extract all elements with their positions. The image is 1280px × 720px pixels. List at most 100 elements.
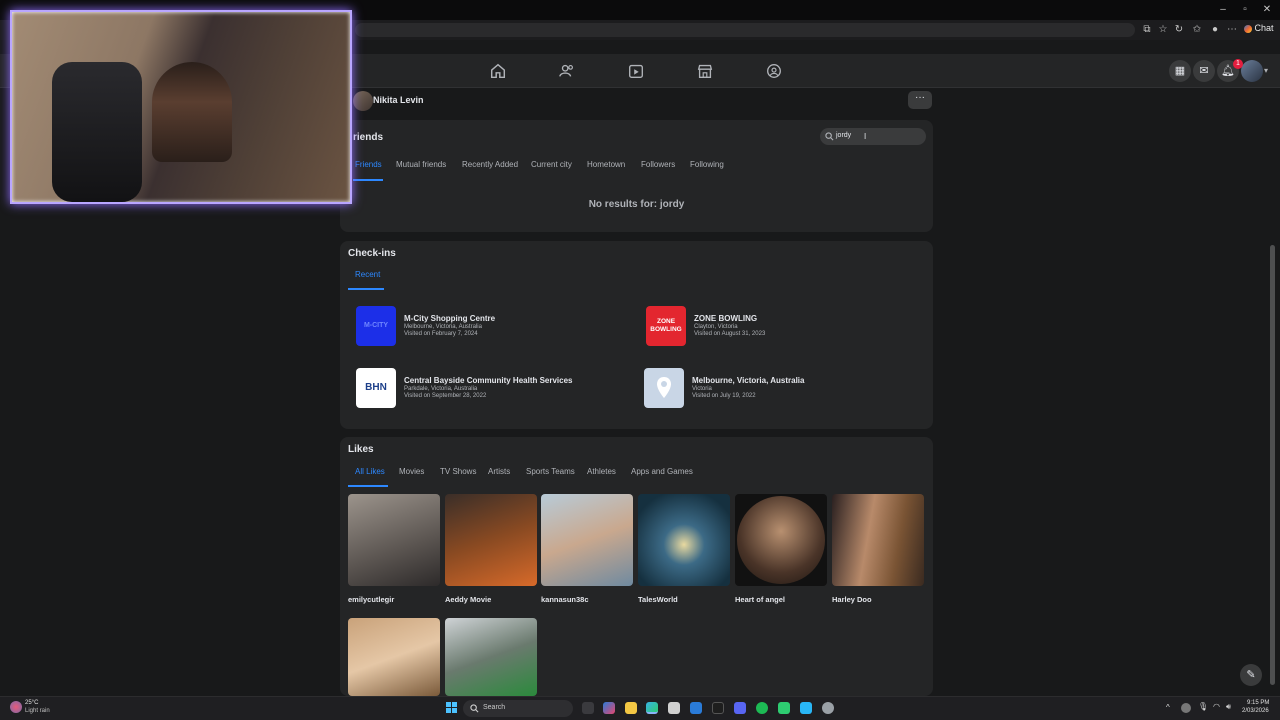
checkins-title: Check-ins: [348, 248, 396, 259]
profile-avatar[interactable]: [353, 91, 373, 111]
extensions-icon[interactable]: ⧉: [1140, 23, 1154, 37]
microphone-icon[interactable]: 🎙︎: [1198, 702, 1208, 711]
profile-header-bar: Nikita Levin ···: [340, 88, 940, 114]
tab-friends[interactable]: Friends: [355, 160, 382, 169]
likes-card: Likes All Likes Movies TV Shows Artists …: [340, 437, 933, 696]
checkin-item[interactable]: Melbourne, Victoria, Australia Victoria …: [644, 368, 904, 412]
like-item[interactable]: [445, 618, 537, 696]
like-item[interactable]: TalesWorld: [638, 494, 730, 604]
notification-badge: 1: [1233, 59, 1243, 69]
checkin-location: Melbourne, Victoria, Australia: [404, 324, 482, 330]
tab-recently-added[interactable]: Recently Added: [462, 160, 518, 169]
clock-time[interactable]: 9:15 PM: [1247, 700, 1269, 706]
address-field[interactable]: [355, 23, 1135, 37]
search-icon: [470, 704, 479, 713]
tray-app-icon[interactable]: [1181, 703, 1191, 713]
close-icon[interactable]: ✕: [1260, 3, 1274, 17]
taskbar-search[interactable]: Search: [463, 700, 573, 717]
like-item[interactable]: [348, 618, 440, 696]
favorite-star-icon[interactable]: ☆: [1156, 23, 1170, 37]
minimize-icon[interactable]: –: [1216, 3, 1230, 17]
like-item[interactable]: Aeddy Movie: [445, 494, 537, 604]
groups-icon[interactable]: [765, 62, 783, 80]
profile-name[interactable]: Nikita Levin: [373, 95, 424, 105]
account-avatar[interactable]: [1241, 60, 1263, 82]
menu-grid-icon[interactable]: ▦: [1169, 60, 1191, 82]
like-name: kannasun38c: [541, 595, 589, 604]
task-view-icon[interactable]: [582, 702, 594, 714]
volume-icon[interactable]: 🔊︎: [1226, 702, 1231, 712]
copilot-icon: [1244, 24, 1252, 33]
weather-temperature[interactable]: 25°C: [25, 700, 38, 706]
zone-bowling-logo: ZONE BOWLING: [646, 306, 686, 346]
app-green-icon[interactable]: [778, 702, 790, 714]
restore-icon[interactable]: ▫: [1238, 3, 1252, 17]
tab-movies[interactable]: Movies: [399, 467, 424, 476]
tab-following[interactable]: Following: [690, 160, 724, 169]
spotify-icon[interactable]: [756, 702, 768, 714]
tab-all-likes[interactable]: All Likes: [355, 467, 385, 476]
marketplace-icon[interactable]: [696, 62, 714, 80]
tray-chevron-up-icon[interactable]: ^: [1166, 703, 1170, 712]
tab-sports-teams[interactable]: Sports Teams: [526, 467, 575, 476]
mail-icon[interactable]: [690, 702, 702, 714]
like-image: [735, 494, 827, 586]
checkin-date: Visited on July 19, 2022: [692, 393, 756, 399]
tab-athletes[interactable]: Athletes: [587, 467, 616, 476]
checkin-item[interactable]: ZONE BOWLING ZONE BOWLING Clayton, Victo…: [646, 306, 906, 350]
checkin-name: ZONE BOWLING: [694, 314, 758, 323]
like-image: [638, 494, 730, 586]
settings-gear-icon[interactable]: [822, 702, 834, 714]
tab-apps-and-games[interactable]: Apps and Games: [631, 467, 693, 476]
discord-icon[interactable]: [734, 702, 746, 714]
checkin-item[interactable]: M-CITY M-City Shopping Centre Melbourne,…: [356, 306, 616, 350]
clock-date[interactable]: 2/03/2026: [1242, 708, 1269, 714]
weather-icon[interactable]: [10, 701, 22, 713]
file-explorer-icon[interactable]: [625, 702, 637, 714]
tab-friends-underline: [353, 179, 383, 181]
copilot-chat-button[interactable]: Chat: [1244, 23, 1274, 33]
tab-followers[interactable]: Followers: [641, 160, 675, 169]
search-value: jordy: [836, 132, 852, 139]
more-options-button[interactable]: ···: [908, 91, 932, 109]
messenger-icon[interactable]: ✉: [1193, 60, 1215, 82]
refresh-icon[interactable]: ↻: [1172, 23, 1186, 37]
friends-icon[interactable]: [558, 62, 576, 80]
text-cursor-icon: I: [864, 132, 867, 141]
browser-profile-icon[interactable]: ●: [1208, 23, 1222, 37]
account-chevron-down-icon[interactable]: ▾: [1264, 66, 1268, 75]
tab-mutual-friends[interactable]: Mutual friends: [396, 160, 446, 169]
video-icon[interactable]: [627, 62, 645, 80]
collections-icon[interactable]: ✩: [1190, 23, 1204, 37]
taskbar-search-label: Search: [483, 704, 506, 711]
like-image-circle: [737, 496, 825, 584]
tab-hometown[interactable]: Hometown: [587, 160, 625, 169]
checkin-item[interactable]: BHN Central Bayside Community Health Ser…: [356, 368, 616, 412]
like-item[interactable]: kannasun38c: [541, 494, 633, 604]
tab-all-likes-underline: [348, 485, 388, 487]
wifi-icon[interactable]: ◠: [1213, 702, 1220, 711]
compose-message-icon[interactable]: ✎: [1240, 664, 1262, 686]
capcut-icon[interactable]: [712, 702, 724, 714]
like-item[interactable]: Harley Doo: [832, 494, 924, 604]
store-icon[interactable]: [668, 702, 680, 714]
weather-description[interactable]: Light rain: [25, 708, 50, 714]
copilot-app-icon[interactable]: [603, 702, 615, 714]
like-item[interactable]: emilycutlegir: [348, 494, 440, 604]
checkin-name: M-City Shopping Centre: [404, 314, 496, 323]
tab-current-city[interactable]: Current city: [531, 160, 572, 169]
app-blue-icon[interactable]: [800, 702, 812, 714]
tab-tv-shows[interactable]: TV Shows: [440, 467, 476, 476]
friends-search-input[interactable]: jordy I: [820, 128, 926, 145]
page-scrollbar[interactable]: [1270, 245, 1275, 685]
like-image: [445, 494, 537, 586]
edge-browser-icon[interactable]: [646, 702, 658, 714]
like-name: Heart of angel: [735, 595, 786, 604]
tab-artists[interactable]: Artists: [488, 467, 510, 476]
like-item[interactable]: Heart of angel: [735, 494, 827, 604]
like-name: Harley Doo: [832, 595, 872, 604]
tab-recent[interactable]: Recent: [355, 270, 380, 279]
home-icon[interactable]: [489, 62, 507, 80]
windows-start-icon[interactable]: [446, 702, 458, 714]
browser-menu-icon[interactable]: ⋯: [1225, 23, 1239, 37]
